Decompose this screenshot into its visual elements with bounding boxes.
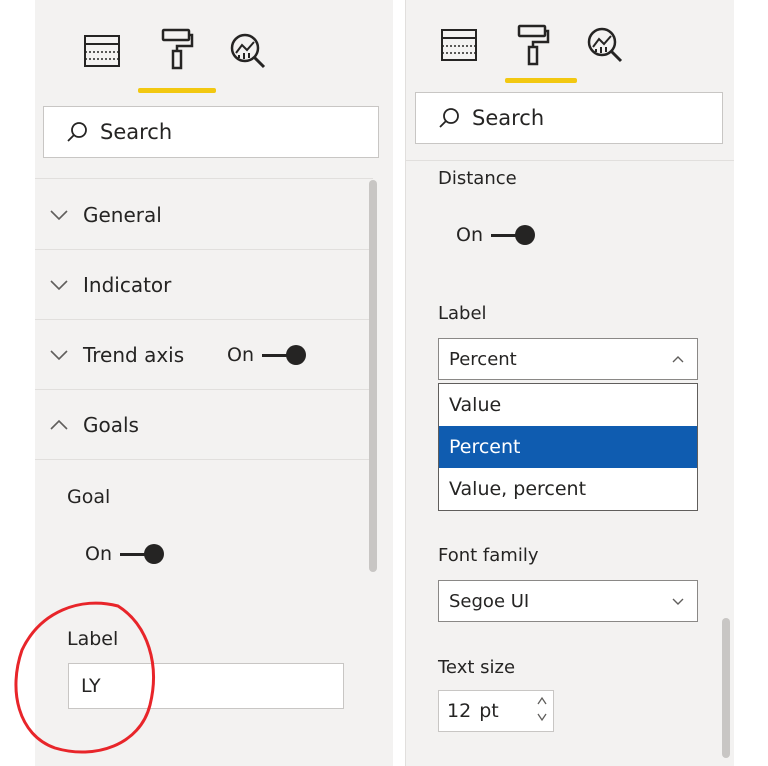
text-size-stepper[interactable]: 12 pt	[438, 690, 554, 732]
toggle-state-label: On	[227, 344, 254, 366]
chevron-down-icon	[672, 598, 684, 605]
analytics-magnifier-icon	[230, 33, 266, 69]
section-label: Goals	[83, 412, 139, 437]
tab-analytics[interactable]	[582, 22, 628, 68]
active-tab-indicator	[138, 88, 216, 93]
goal-label: Goal	[67, 486, 111, 508]
tab-analytics[interactable]	[225, 28, 271, 74]
dropdown-option[interactable]: Value	[439, 384, 697, 426]
toggle-track	[491, 224, 535, 245]
search-box[interactable]: Search	[43, 106, 379, 158]
select-value: Percent	[449, 348, 517, 370]
search-icon	[67, 122, 87, 142]
goal-toggle[interactable]: On	[85, 543, 164, 565]
toggle-state-label: On	[85, 543, 112, 565]
active-tab-indicator	[505, 78, 577, 83]
label-text-input[interactable]: LY	[68, 663, 344, 709]
table-icon	[84, 35, 120, 67]
chevron-down-icon	[50, 209, 68, 220]
label-select-title: Label	[438, 303, 487, 324]
search-placeholder: Search	[472, 106, 545, 130]
font-family-label: Font family	[438, 545, 539, 566]
label-select[interactable]: Percent	[438, 338, 698, 380]
toggle-track	[262, 344, 306, 365]
chevron-down-icon	[50, 349, 68, 360]
section-label: Trend axis	[83, 342, 185, 367]
increment-icon[interactable]	[535, 693, 549, 709]
section-trend-axis[interactable]: Trend axis On	[35, 320, 373, 390]
chevron-up-icon	[50, 419, 68, 430]
scrollbar[interactable]	[722, 618, 730, 758]
analytics-magnifier-icon	[587, 27, 623, 63]
section-label: General	[83, 202, 162, 227]
paint-roller-icon	[517, 24, 550, 66]
divider	[35, 178, 373, 179]
toggle-state-label: On	[456, 224, 483, 246]
tab-fields[interactable]	[436, 22, 482, 68]
section-general[interactable]: General	[35, 180, 373, 250]
search-box[interactable]: Search	[415, 92, 723, 144]
toggle-knob	[144, 543, 164, 564]
chevron-up-icon	[672, 356, 684, 363]
tab-fields[interactable]	[79, 28, 125, 74]
paint-roller-icon	[161, 28, 194, 70]
label-dropdown-list: Value Percent Value, percent	[438, 383, 698, 511]
tab-format[interactable]	[510, 22, 556, 68]
pane-tabs	[406, 0, 734, 100]
table-icon	[441, 29, 477, 61]
section-goals[interactable]: Goals	[35, 390, 373, 460]
search-placeholder: Search	[100, 120, 173, 144]
divider	[406, 160, 734, 161]
format-pane-left: Search General Indicator Trend axis On G…	[35, 0, 393, 766]
distance-label: Distance	[438, 168, 517, 189]
section-label: Indicator	[83, 272, 172, 297]
text-size-label: Text size	[438, 657, 516, 678]
text-size-unit: pt	[479, 700, 499, 722]
distance-toggle[interactable]: On	[456, 224, 535, 246]
tab-format[interactable]	[154, 26, 200, 72]
pane-tabs	[35, 0, 393, 100]
dropdown-option-selected[interactable]: Percent	[439, 426, 697, 468]
search-icon	[439, 108, 459, 128]
toggle-knob	[515, 224, 535, 245]
stepper-buttons	[535, 693, 549, 725]
chevron-down-icon	[50, 279, 68, 290]
toggle-track	[120, 543, 164, 564]
font-family-select[interactable]: Segoe UI	[438, 580, 698, 622]
section-indicator[interactable]: Indicator	[35, 250, 373, 320]
scrollbar[interactable]	[369, 180, 377, 572]
format-pane-right: Search Distance On Label Percent Value P…	[405, 0, 734, 766]
trend-axis-toggle[interactable]: On	[227, 344, 306, 366]
select-value: Segoe UI	[449, 590, 530, 612]
decrement-icon[interactable]	[535, 709, 549, 725]
label-field-title: Label	[67, 628, 119, 650]
dropdown-option[interactable]: Value, percent	[439, 468, 697, 510]
text-size-value: 12	[447, 700, 472, 722]
input-value: LY	[81, 675, 101, 697]
toggle-knob	[286, 344, 306, 365]
